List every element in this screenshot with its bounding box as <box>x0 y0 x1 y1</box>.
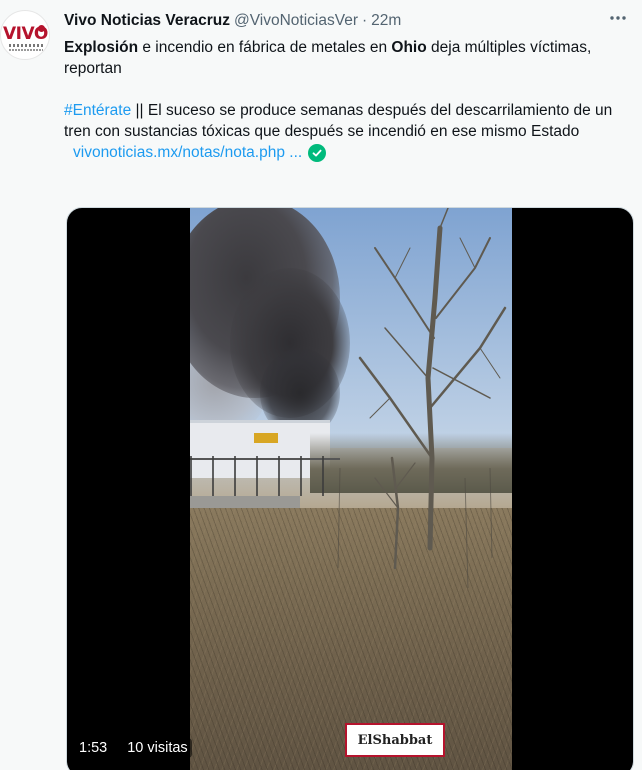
tweet-time[interactable]: 22m <box>371 12 401 30</box>
video-watermark: ElShabbat <box>345 723 445 757</box>
header-separator: · <box>362 12 368 29</box>
headline-bold-ohio: Ohio <box>391 39 427 56</box>
more-options-button[interactable] <box>606 8 630 32</box>
headline-bold-explosion: Explosión <box>64 39 139 56</box>
video-duration: 1:53 <box>75 738 112 758</box>
link-row: vivonoticias.mx/notas/nota.php ... <box>64 142 634 163</box>
article-link[interactable]: vivonoticias.mx/notas/nota.php ... <box>73 142 302 163</box>
tweet-text: Explosión e incendio en fábrica de metal… <box>64 37 634 163</box>
tweet-header: Vivo Noticias Veracruz @VivoNoticiasVer … <box>64 11 401 31</box>
check-circle-icon <box>308 143 327 162</box>
video-bare-tree <box>337 208 507 589</box>
video-info: 1:53 10 visitas <box>75 736 192 760</box>
video-frame[interactable]: ElShabbat <box>190 208 512 770</box>
tweet-headline: Explosión e incendio en fábrica de metal… <box>64 37 634 79</box>
video-views: 10 visitas <box>123 738 192 758</box>
video-player[interactable]: ElShabbat 1:53 10 visitas <box>66 207 634 770</box>
body-text: || El suceso se produce semanas después … <box>64 102 613 140</box>
hashtag-link[interactable]: #Entérate <box>64 102 131 119</box>
tweet[interactable]: VIVO Vivo Noticias Veracruz @VivoNoticia… <box>0 0 642 770</box>
headline-middle: e incendio en fábrica de metales en <box>138 39 392 56</box>
avatar-logo-subtitle-2 <box>9 49 43 51</box>
more-horizontal-icon <box>609 9 627 32</box>
avatar-logo-subtitle <box>9 44 43 47</box>
author-handle[interactable]: @VivoNoticiasVer <box>234 12 358 30</box>
author-name[interactable]: Vivo Noticias Veracruz <box>64 12 230 30</box>
tweet-body: #Entérate || El suceso se produce semana… <box>64 100 634 142</box>
avatar-logo-mark <box>38 25 45 32</box>
avatar[interactable]: VIVO <box>0 10 50 60</box>
